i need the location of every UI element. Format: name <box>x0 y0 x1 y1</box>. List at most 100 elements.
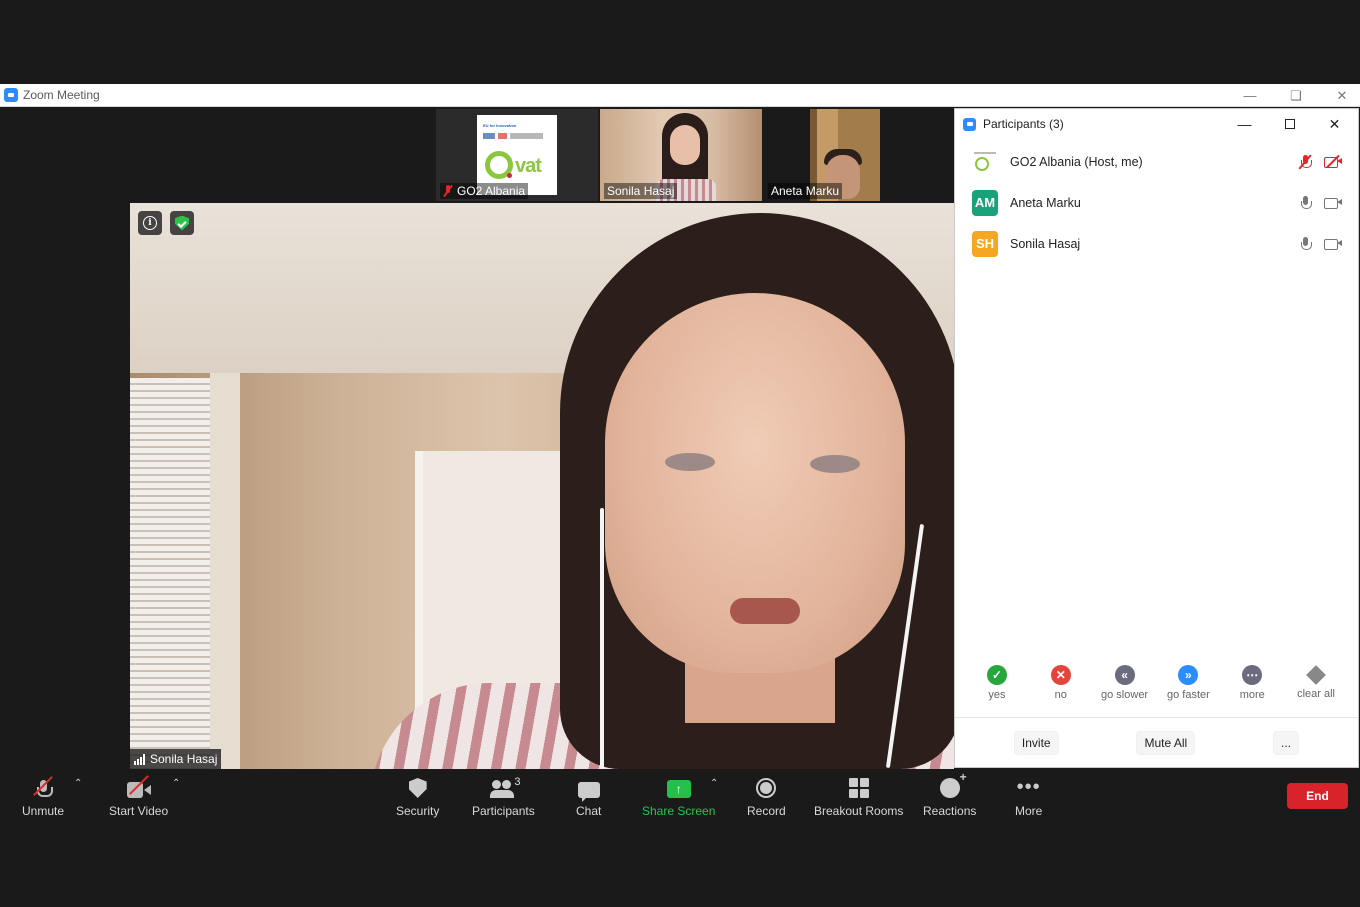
feedback-label: go faster <box>1166 689 1210 701</box>
record-icon <box>756 778 777 798</box>
speaker-name: Sonila Hasaj <box>150 752 218 766</box>
feedback-label: more <box>1239 689 1265 701</box>
security-label: Security <box>396 804 440 818</box>
thumbnail-aneta-marku[interactable]: Aneta Marku <box>764 109 926 201</box>
check-icon: ✓ <box>986 665 1007 685</box>
participants-count: 3 <box>514 776 521 788</box>
feedback-no-button[interactable]: ✕ no <box>1031 665 1091 717</box>
more-button[interactable]: ••• More <box>1015 776 1042 818</box>
zoom-app-icon <box>4 88 18 102</box>
participant-row[interactable]: SH Sonila Hasaj <box>955 223 1358 264</box>
thumbnail-strip: EU for Innovation vat GO2 Albania Sonila… <box>436 109 926 201</box>
more-icon: ⋯ <box>1242 665 1263 685</box>
feedback-more-button[interactable]: ⋯ more <box>1222 665 1282 717</box>
avatar <box>972 148 998 175</box>
meeting-info-button[interactable]: i <box>138 211 162 235</box>
nonverbal-feedback-bar: ✓ yes ✕ no « go slower » go faster ⋯ mor… <box>955 665 1358 717</box>
share-options-caret-icon[interactable]: ⌃ <box>710 778 718 789</box>
video-icon[interactable] <box>1324 238 1342 250</box>
start-video-button[interactable]: Start Video <box>109 775 168 818</box>
participants-button[interactable]: 3 Participants <box>472 776 535 818</box>
window-controls: — ❏ ✕ <box>1242 84 1350 107</box>
panel-title: Participants (3) <box>983 117 1064 131</box>
feedback-label: go slower <box>1101 689 1149 701</box>
participant-name: GO2 Albania (Host, me) <box>1010 154 1143 169</box>
mute-all-button[interactable]: Mute All <box>1136 730 1196 755</box>
shield-check-icon <box>175 215 189 231</box>
minimize-icon[interactable]: — <box>1242 88 1258 103</box>
record-button[interactable]: Record <box>747 776 786 818</box>
video-off-icon[interactable] <box>1324 154 1342 169</box>
end-meeting-button[interactable]: End <box>1287 783 1348 809</box>
feedback-go-faster-button[interactable]: » go faster <box>1158 665 1218 717</box>
logo-caption: EU for Innovation <box>483 123 517 128</box>
minimize-icon[interactable]: — <box>1237 116 1252 132</box>
logo-word: vat <box>515 155 542 177</box>
audio-options-caret-icon[interactable]: ⌃ <box>74 778 82 789</box>
thumbnail-label: GO2 Albania <box>440 183 529 199</box>
more-options-button[interactable]: ... <box>1273 730 1300 755</box>
feedback-go-slower-button[interactable]: « go slower <box>1095 665 1155 717</box>
unmute-button[interactable]: Unmute <box>22 776 64 818</box>
thumbnail-sonila-hasaj[interactable]: Sonila Hasaj <box>600 109 762 201</box>
meeting-toolbar: Unmute ⌃ Start Video ⌃ Security 3 Partic… <box>0 770 1360 822</box>
feedback-clear-all-button[interactable]: clear all <box>1286 665 1346 717</box>
thumbnail-label: Sonila Hasaj <box>604 183 678 199</box>
thumbnail-name: GO2 Albania <box>457 184 526 198</box>
participant-name: Sonila Hasaj <box>1010 236 1081 251</box>
thumbnail-name: Sonila Hasaj <box>607 184 675 198</box>
video-icon[interactable] <box>1324 197 1342 209</box>
chat-button[interactable]: Chat <box>576 776 601 818</box>
speaker-name-tag: Sonila Hasaj <box>130 749 222 769</box>
mic-muted-icon[interactable] <box>1298 153 1312 170</box>
panel-footer: Invite Mute All ... <box>955 717 1358 767</box>
meeting-area: EU for Innovation vat GO2 Albania Sonila… <box>0 107 954 770</box>
breakout-rooms-icon <box>848 778 869 798</box>
close-icon[interactable]: ✕ <box>1334 88 1350 104</box>
feedback-label: yes <box>988 689 1006 701</box>
window-titlebar: Zoom Meeting — ❏ ✕ <box>0 84 1360 107</box>
mic-icon[interactable] <box>1300 236 1312 251</box>
thumbnail-label: Aneta Marku <box>768 183 843 199</box>
window-title: Zoom Meeting <box>23 88 100 102</box>
reactions-icon <box>939 770 967 798</box>
mic-icon[interactable] <box>1300 195 1312 210</box>
signal-icon <box>134 753 145 765</box>
participant-status-icons <box>1298 153 1342 170</box>
logo-flags <box>483 133 543 139</box>
fast-forward-icon: » <box>1178 665 1199 685</box>
share-screen-button[interactable]: ↑ Share Screen <box>642 776 715 818</box>
maximize-icon[interactable] <box>1282 116 1297 132</box>
mic-muted-icon <box>443 185 453 197</box>
restore-icon[interactable]: ❏ <box>1288 88 1304 104</box>
x-icon: ✕ <box>1050 665 1071 685</box>
participant-row[interactable]: GO2 Albania (Host, me) <box>955 141 1358 182</box>
reactions-button[interactable]: Reactions <box>923 770 977 818</box>
reactions-label: Reactions <box>923 804 977 818</box>
thumbnail-go2-albania[interactable]: EU for Innovation vat GO2 Albania <box>436 109 598 201</box>
breakout-rooms-button[interactable]: Breakout Rooms <box>814 776 903 818</box>
chat-icon <box>577 782 600 802</box>
close-icon[interactable]: ✕ <box>1327 116 1342 132</box>
unmute-label: Unmute <box>22 804 65 818</box>
invite-button[interactable]: Invite <box>1013 730 1059 755</box>
more-label: More <box>1015 804 1043 818</box>
video-options-caret-icon[interactable]: ⌃ <box>172 778 180 789</box>
record-label: Record <box>747 804 786 818</box>
security-button[interactable]: Security <box>396 776 439 818</box>
logo-dot <box>507 173 512 178</box>
share-screen-label: Share Screen <box>642 804 716 818</box>
participants-icon: 3 <box>490 776 520 798</box>
participant-row[interactable]: AM Aneta Marku <box>955 182 1358 223</box>
encryption-button[interactable] <box>170 211 194 235</box>
more-icon: ••• <box>1016 776 1041 798</box>
zoom-screen: Zoom Meeting — ❏ ✕ EU for Innovation vat… <box>0 0 1360 907</box>
participant-status-icons <box>1300 236 1342 251</box>
chat-label: Chat <box>576 804 602 818</box>
feedback-yes-button[interactable]: ✓ yes <box>967 665 1027 717</box>
window-blind <box>130 378 215 769</box>
eraser-icon <box>1306 665 1326 685</box>
participants-panel: Participants (3) — ✕ GO2 Albania (Host, … <box>954 108 1359 768</box>
thumbnail-name: Aneta Marku <box>771 184 840 198</box>
share-screen-icon: ↑ <box>666 780 691 798</box>
